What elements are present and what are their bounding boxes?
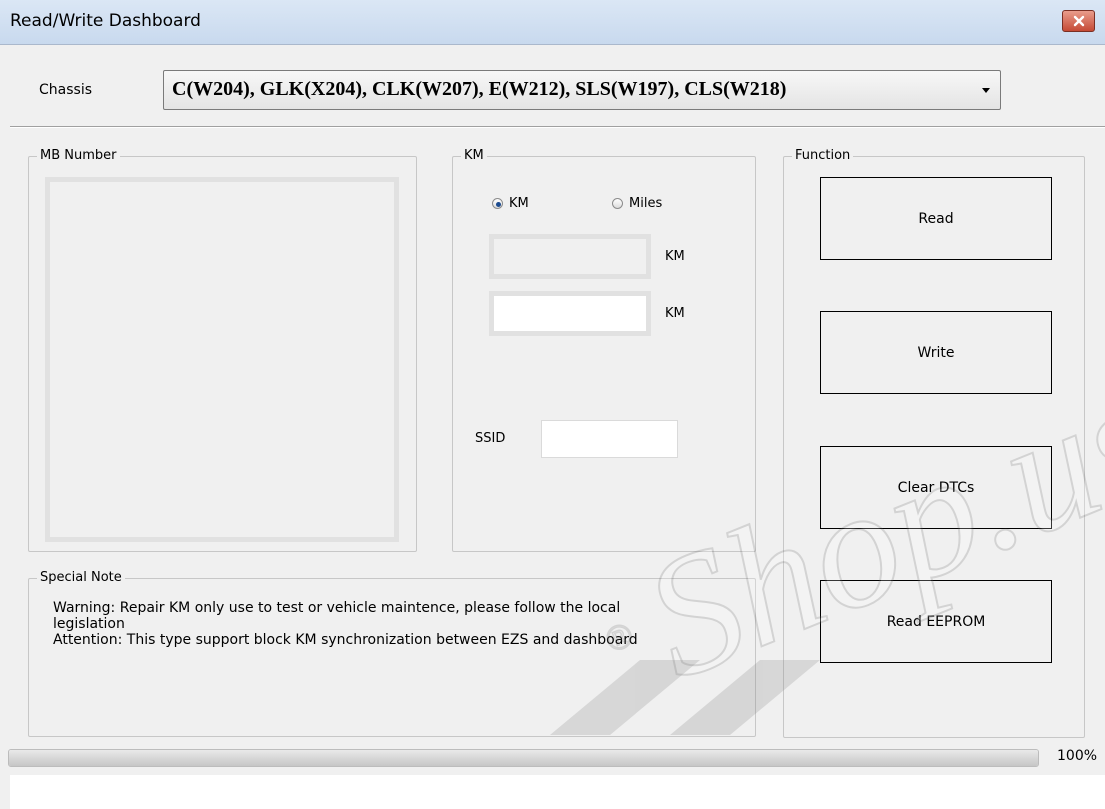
mb-number-list[interactable]	[45, 177, 399, 542]
chassis-dropdown[interactable]: C(W204), GLK(X204), CLK(W207), E(W212), …	[163, 70, 1001, 110]
title-bar: Read/Write Dashboard	[0, 0, 1105, 45]
special-note-legend: Special Note	[37, 571, 125, 585]
close-icon	[1073, 15, 1085, 27]
radio-miles-circle	[612, 198, 623, 209]
window-title: Read/Write Dashboard	[10, 11, 201, 31]
chevron-down-icon	[982, 88, 990, 93]
radio-km-circle	[492, 198, 503, 209]
progress-bar	[8, 749, 1039, 767]
note-warning-line-cont: legislation	[53, 616, 125, 632]
km-legend: KM	[461, 149, 487, 163]
mb-number-legend: MB Number	[37, 149, 120, 163]
clear-dtcs-button[interactable]: Clear DTCs	[820, 446, 1052, 529]
current-km-unit: KM	[665, 249, 685, 264]
function-legend: Function	[792, 149, 854, 163]
progress-percent: 100%	[1057, 748, 1098, 764]
special-note-text: Warning: Repair KM only use to test or v…	[53, 600, 733, 648]
radio-selected-dot	[496, 202, 501, 207]
ssid-input[interactable]	[541, 420, 678, 458]
write-button[interactable]: Write	[820, 311, 1052, 394]
note-attention-line: Attention: This type support block KM sy…	[53, 632, 638, 648]
km-group: KM	[452, 149, 756, 552]
dialog-window: Read/Write Dashboard Chassis C(W204), GL…	[0, 0, 1105, 809]
chassis-label: Chassis	[39, 82, 92, 98]
close-button[interactable]	[1062, 10, 1095, 32]
new-km-unit: KM	[665, 306, 685, 321]
radio-miles-label: Miles	[629, 196, 663, 211]
new-km-input[interactable]	[489, 291, 651, 336]
separator	[10, 126, 1105, 128]
radio-km-label: KM	[509, 196, 529, 211]
current-km-field[interactable]	[489, 234, 651, 279]
chassis-selected-value: C(W204), GLK(X204), CLK(W207), E(W212), …	[172, 78, 787, 100]
status-area	[10, 775, 1105, 809]
read-button[interactable]: Read	[820, 177, 1052, 260]
note-warning-line: Warning: Repair KM only use to test or v…	[53, 600, 621, 616]
progress-fill	[9, 750, 1038, 766]
ssid-label: SSID	[475, 431, 506, 446]
read-eeprom-button[interactable]: Read EEPROM	[820, 580, 1052, 663]
